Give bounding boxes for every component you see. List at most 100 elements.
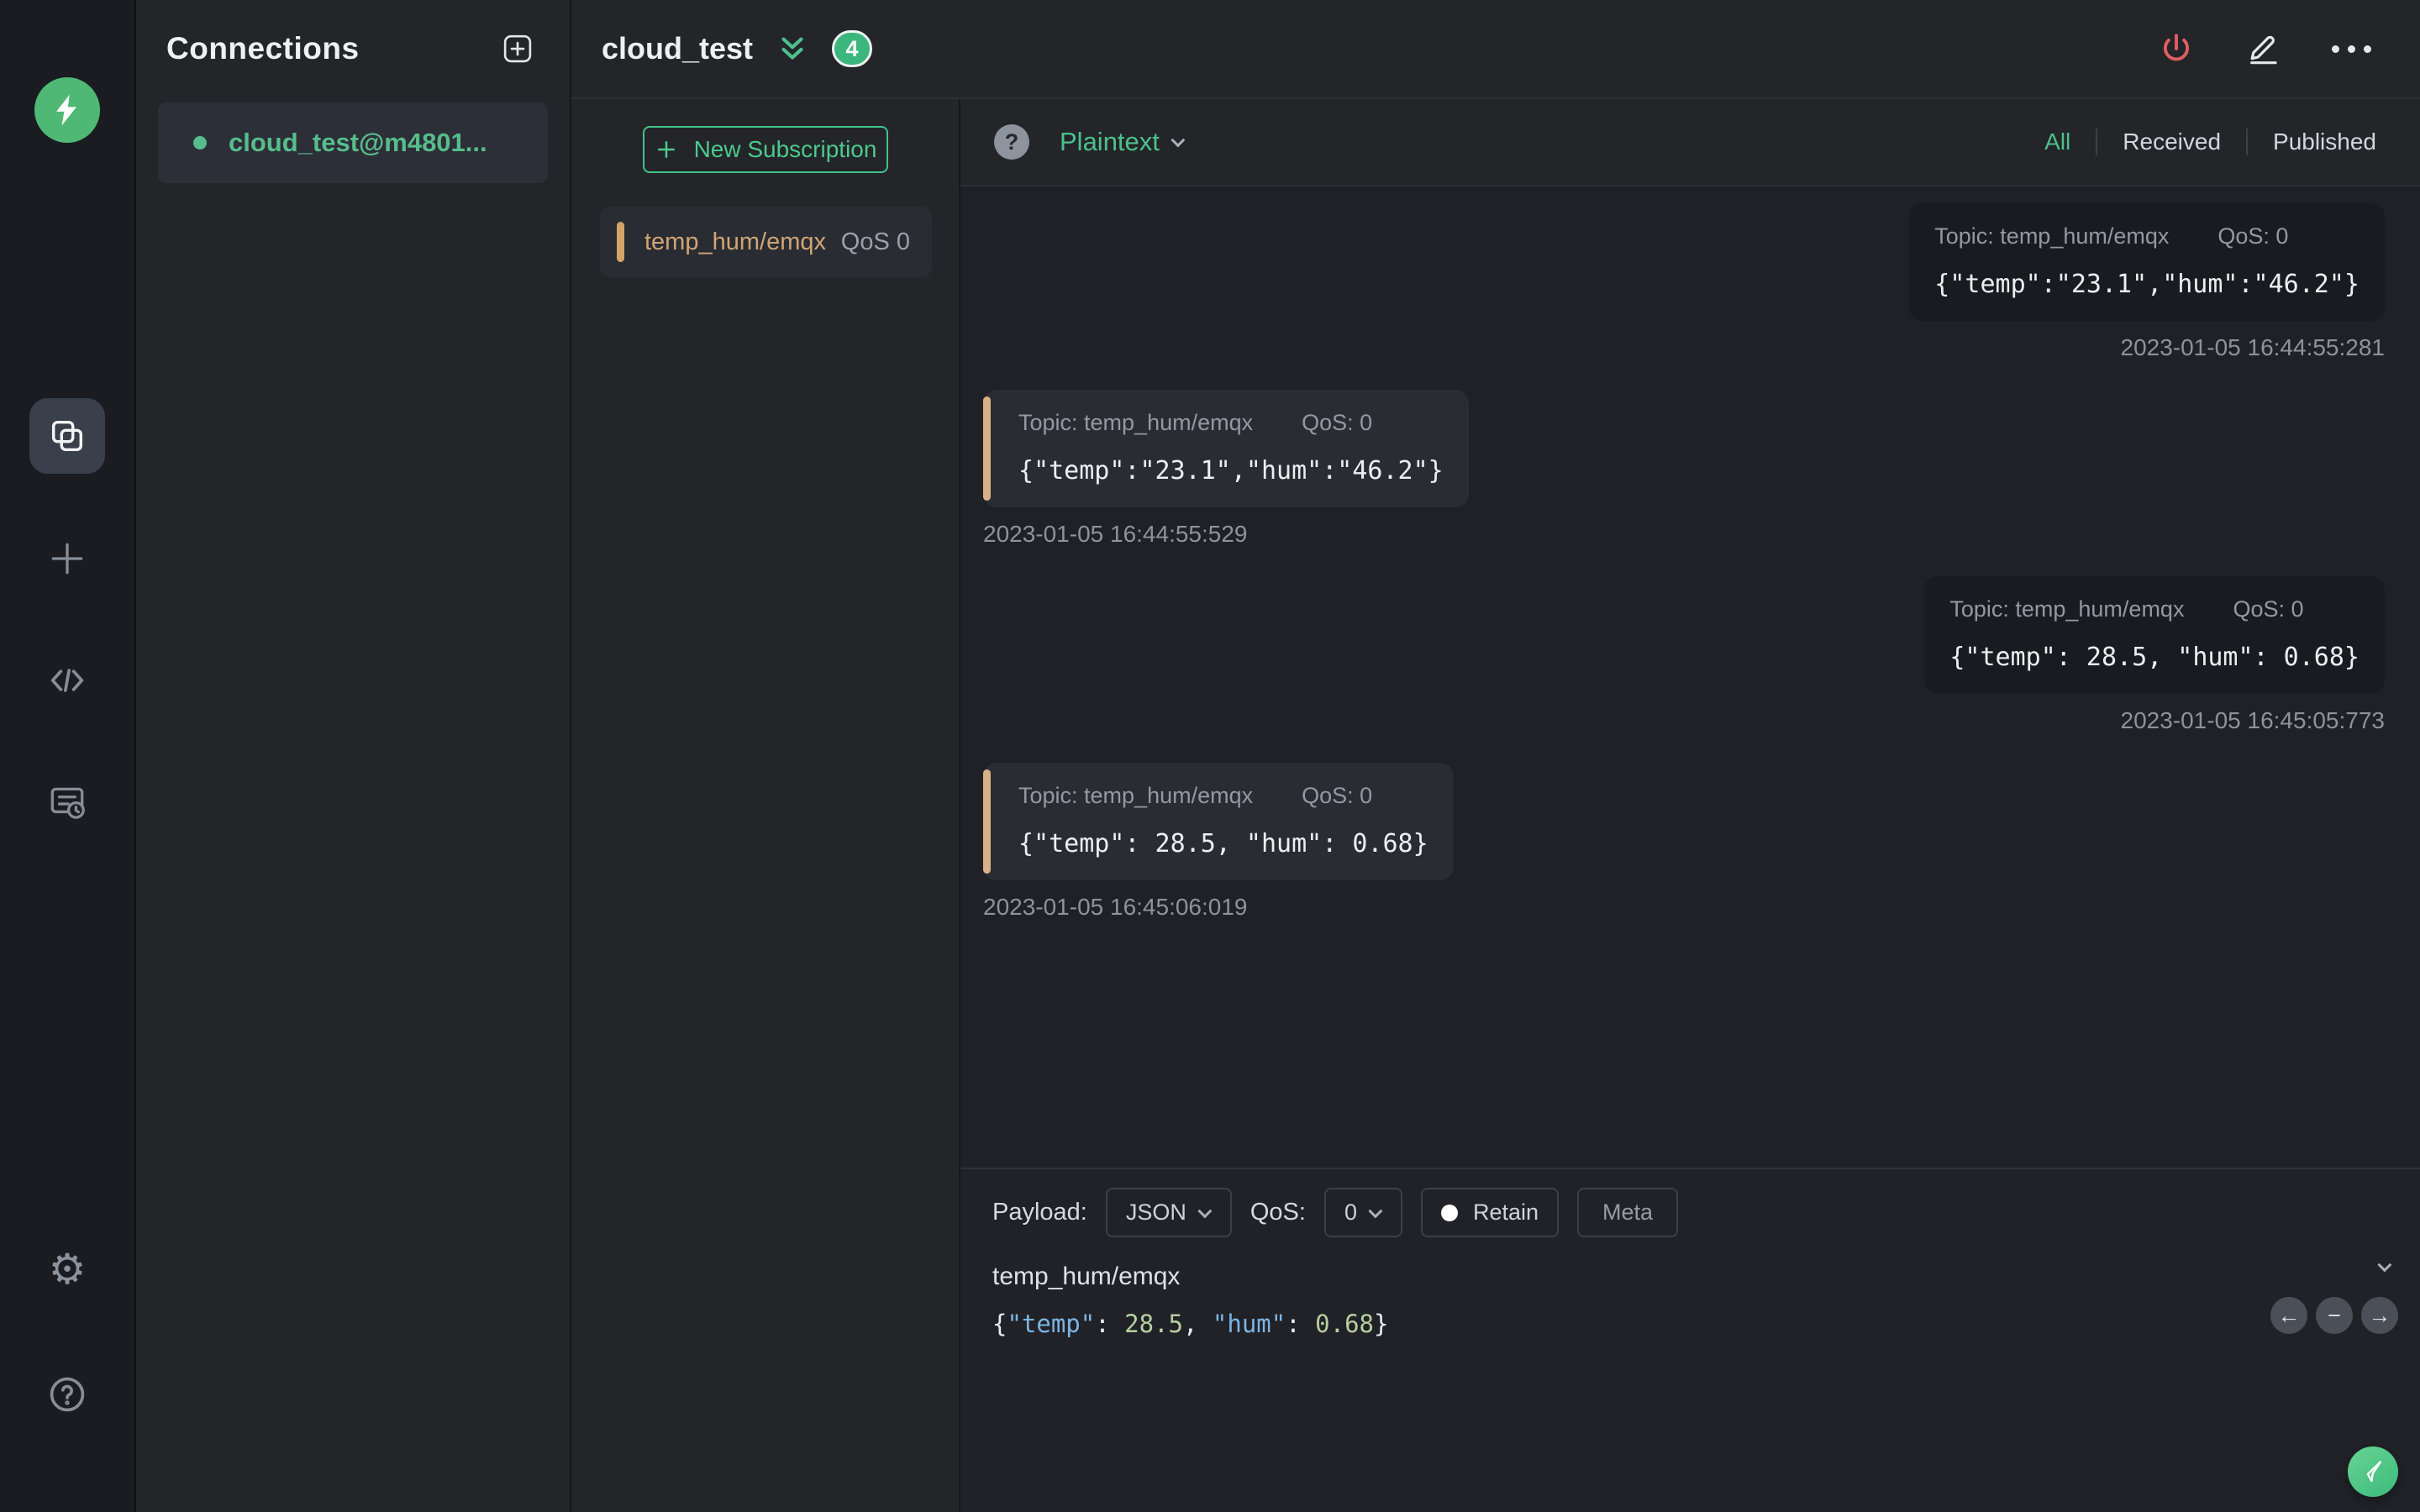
retain-toggle[interactable]: Retain [1421, 1188, 1560, 1237]
connection-view: cloud_test 4 New Subscription temp_hum/e… [571, 0, 2420, 1512]
message-topic: Topic: temp_hum/emqx [1949, 596, 2185, 622]
payload-format-help-icon[interactable]: ? [994, 124, 1029, 160]
json-token: , [1183, 1310, 1213, 1338]
history-next-button[interactable]: → [2361, 1297, 2398, 1334]
published-message: Topic: temp_hum/emqx QoS: 0 {"temp": 28.… [1924, 576, 2385, 734]
payload-editor[interactable]: {"temp": 28.5, "hum": 0.68} [960, 1291, 2420, 1338]
payload-format-dropdown[interactable]: JSON [1105, 1188, 1232, 1237]
received-message: Topic: temp_hum/emqx QoS: 0 {"temp": 28.… [983, 763, 1454, 921]
connection-title: cloud_test [602, 31, 754, 66]
retain-toggle-dot [1441, 1204, 1458, 1221]
meta-button[interactable]: Meta [1577, 1188, 1679, 1237]
message-pane: ? Plaintext All Received Published Topic… [960, 99, 2420, 1512]
retain-label: Retain [1473, 1200, 1539, 1225]
connection-list-item[interactable]: cloud_test@m4801... [158, 102, 548, 183]
filter-divider [2096, 129, 2098, 155]
more-options-icon[interactable] [2332, 45, 2371, 53]
received-message: Topic: temp_hum/emqx QoS: 0 {"temp":"23.… [983, 390, 1469, 548]
history-navigation: ← − → [2270, 1297, 2398, 1334]
chevrons-down-icon[interactable] [775, 31, 810, 66]
json-token: : [1286, 1310, 1316, 1338]
chevron-down-icon [1197, 1203, 1213, 1218]
new-subscription-label: New Subscription [693, 136, 877, 162]
mqttx-logo [34, 77, 100, 143]
message-timestamp: 2023-01-05 16:44:55:529 [983, 521, 1248, 547]
connections-header: Connections [136, 0, 570, 97]
message-payload: {"temp": 28.5, "hum": 0.68} [1949, 643, 2360, 672]
message-card[interactable]: Topic: temp_hum/emqx QoS: 0 {"temp": 28.… [983, 763, 1454, 880]
json-token: 28.5 [1124, 1310, 1183, 1338]
message-toolbar: ? Plaintext All Received Published [960, 99, 2420, 186]
mqttx-app-window: ⚙ Connections cloud_test@m4801... cloud_… [0, 0, 2420, 1512]
message-qos: QoS: 0 [2217, 223, 2289, 249]
json-token: 0.68 [1315, 1310, 1374, 1338]
message-payload: {"temp": 28.5, "hum": 0.68} [1018, 829, 1428, 858]
new-subscription-button[interactable]: New Subscription [642, 126, 888, 173]
message-card[interactable]: Topic: temp_hum/emqx QoS: 0 {"temp":"23.… [983, 390, 1469, 507]
payload-format-selector[interactable]: Plaintext [1060, 127, 1186, 157]
message-timestamp: 2023-01-05 16:45:05:773 [2120, 707, 2386, 733]
message-count-badge: 4 [832, 30, 873, 67]
message-card[interactable]: Topic: temp_hum/emqx QoS: 0 {"temp": 28.… [1924, 576, 2385, 694]
message-list[interactable]: Topic: temp_hum/emqx QoS: 0 {"temp":"23.… [960, 186, 2420, 1168]
json-token: } [1374, 1310, 1389, 1338]
filter-all[interactable]: All [2044, 129, 2070, 155]
subscription-topic: temp_hum/emqx [644, 228, 826, 255]
message-topic: Topic: temp_hum/emqx [1934, 223, 2170, 249]
message-timestamp: 2023-01-05 16:44:55:281 [2120, 334, 2386, 360]
qos-dropdown[interactable]: 0 [1323, 1188, 1402, 1237]
filter-divider [2246, 129, 2249, 155]
help-icon[interactable] [45, 1373, 89, 1416]
payload-format-value: Plaintext [1060, 127, 1160, 156]
message-timestamp: 2023-01-05 16:45:06:019 [983, 894, 1248, 920]
message-qos: QoS: 0 [1302, 410, 1373, 435]
log-icon[interactable] [46, 781, 88, 823]
edit-pencil-icon[interactable] [2246, 32, 2280, 66]
plus-icon [657, 141, 675, 158]
subscription-color-bar [617, 222, 624, 262]
message-card[interactable]: Topic: temp_hum/emqx QoS: 0 {"temp":"23.… [1909, 203, 2385, 321]
publish-panel: Payload: JSON QoS: 0 Retain Meta temp_hu… [960, 1168, 2420, 1512]
message-payload: {"temp":"23.1","hum":"46.2"} [1934, 270, 2360, 299]
message-topic: Topic: temp_hum/emqx [1018, 783, 1254, 808]
send-button[interactable] [2348, 1446, 2398, 1497]
history-prev-button[interactable]: ← [2270, 1297, 2307, 1334]
message-qos: QoS: 0 [1302, 783, 1373, 808]
script-code-icon[interactable] [45, 659, 89, 702]
meta-label: Meta [1602, 1200, 1654, 1225]
qos-value: 0 [1344, 1200, 1357, 1225]
subscriptions-column: New Subscription temp_hum/emqx QoS 0 [571, 99, 960, 1512]
json-token: : [1095, 1310, 1125, 1338]
published-message: Topic: temp_hum/emqx QoS: 0 {"temp":"23.… [1909, 203, 2385, 361]
payload-label: Payload: [992, 1199, 1087, 1226]
nav-connections-button[interactable] [29, 398, 105, 474]
disconnect-power-icon[interactable] [2159, 31, 2194, 66]
header-actions [2159, 31, 2371, 66]
subscription-item[interactable]: temp_hum/emqx QoS 0 [600, 207, 932, 277]
publish-controls: Payload: JSON QoS: 0 Retain Meta [960, 1169, 2420, 1237]
history-delete-button[interactable]: − [2316, 1297, 2353, 1334]
connections-panel: Connections cloud_test@m4801... [136, 0, 571, 1512]
new-connection-plus-icon[interactable] [46, 538, 88, 580]
add-connection-button[interactable] [499, 30, 536, 67]
connected-status-dot [193, 136, 207, 150]
payload-format-value: JSON [1125, 1200, 1186, 1225]
qos-label: QoS: [1249, 1199, 1306, 1226]
connection-header: cloud_test 4 [571, 0, 2420, 99]
filter-published[interactable]: Published [2273, 129, 2376, 155]
settings-gear-icon[interactable]: ⚙ [49, 1248, 87, 1290]
message-qos: QoS: 0 [2233, 596, 2304, 622]
chevron-down-icon [1171, 133, 1186, 148]
json-token: "temp" [1007, 1310, 1096, 1338]
message-payload: {"temp":"23.1","hum":"46.2"} [1018, 456, 1444, 486]
json-token: { [992, 1310, 1007, 1338]
message-filters: All Received Published [2044, 129, 2376, 155]
connection-name: cloud_test@m4801... [229, 128, 487, 157]
json-token: "hum" [1212, 1310, 1286, 1338]
nav-rail: ⚙ [0, 0, 136, 1512]
connections-title: Connections [166, 31, 360, 66]
subscription-qos: QoS 0 [840, 228, 910, 255]
filter-received[interactable]: Received [2123, 129, 2221, 155]
message-topic: Topic: temp_hum/emqx [1018, 410, 1254, 435]
topic-input[interactable]: temp_hum/emqx [960, 1237, 2420, 1291]
